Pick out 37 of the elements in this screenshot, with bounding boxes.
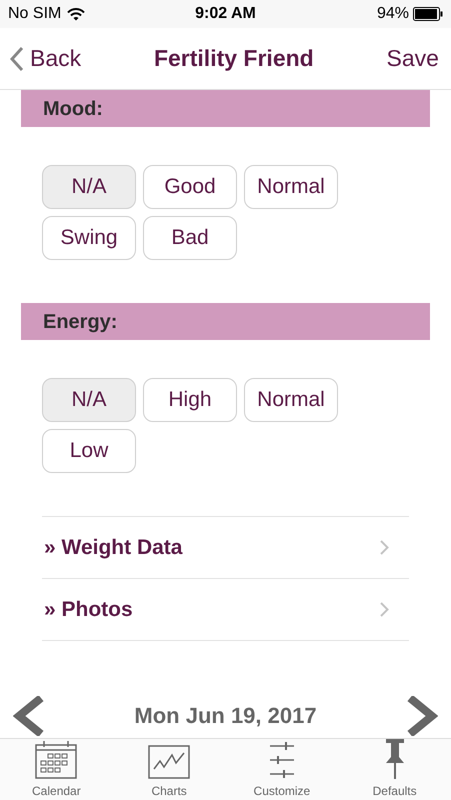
battery-icon [412,7,443,21]
chevron-right-icon [380,540,389,555]
previous-day-button[interactable] [13,696,45,736]
battery-text: 94% [376,4,409,24]
tab-item[interactable]: Charts [112,739,226,800]
carrier-text: No SIM [8,4,62,24]
calendar-icon [35,741,78,779]
option-button[interactable]: N/A [42,165,136,209]
tab-item[interactable]: Customize [226,739,338,800]
option-button[interactable]: Good [143,165,237,209]
tab-item[interactable]: Defaults [338,739,451,800]
tab-item[interactable]: Calendar [0,739,113,800]
section-title: Mood: [43,96,103,122]
date-text: Mon Jun 19, 2017 [134,702,317,730]
option-button[interactable]: Normal [244,378,338,422]
chevron-left-icon [10,46,24,72]
option-button[interactable]: Low [42,429,136,473]
chevron-right-icon [406,696,438,736]
pushpin-icon [384,739,406,779]
section-title: Energy: [43,310,118,334]
option-button[interactable]: High [143,378,237,422]
chevron-left-icon [13,696,45,736]
option-button[interactable]: Swing [42,216,136,260]
sliders-icon [270,741,294,779]
section-link[interactable]: » Weight Data [42,517,409,579]
next-day-button[interactable] [406,696,438,736]
back-button[interactable]: Back [10,41,82,76]
clock-text: 9:02 AM [195,4,256,24]
app-title: Fertility Friend [154,44,314,74]
wifi-icon [67,8,86,20]
option-button[interactable]: N/A [42,378,136,422]
line-chart-icon [148,745,190,779]
option-button[interactable]: Bad [143,216,237,260]
section-link[interactable]: » Photos [42,579,409,641]
option-button[interactable]: Normal [244,165,338,209]
save-button[interactable]: Save [386,41,441,76]
chevron-right-icon [380,602,389,617]
